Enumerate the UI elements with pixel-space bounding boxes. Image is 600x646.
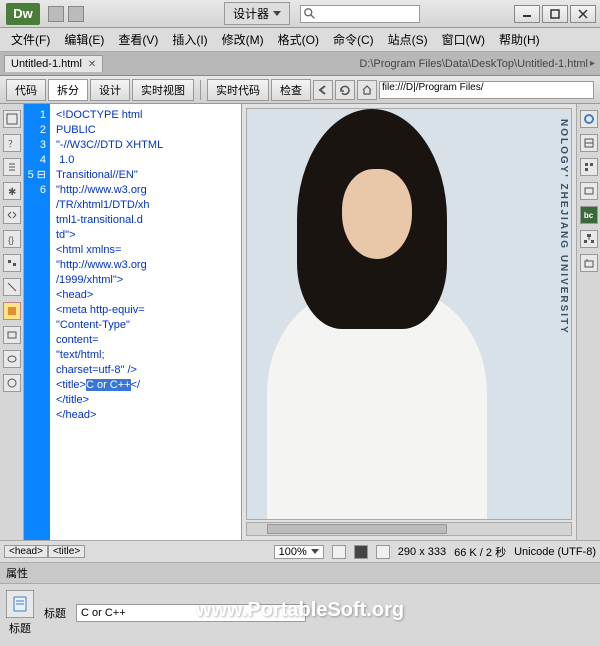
right-rail-7[interactable] [580, 254, 598, 272]
menu-file[interactable]: 文件(F) [4, 29, 57, 50]
tag-title[interactable]: <title> [48, 545, 85, 558]
document-toolbar: 代码 拆分 设计 实时视图 实时代码 检查 file:///D|/Program… [0, 76, 600, 104]
rail-tool-11[interactable] [3, 350, 21, 368]
document-tab[interactable]: Untitled-1.html ✕ [4, 55, 103, 72]
rail-tool-10[interactable] [3, 326, 21, 344]
dimensions-display: 290 x 333 [398, 546, 446, 558]
zoom-control[interactable]: 100% [274, 545, 324, 559]
title-icons [48, 6, 84, 22]
document-path: D:\Program Files\Data\DeskTop\Untitled-1… [359, 58, 588, 70]
left-tool-rail: ？ ✱ {} [0, 104, 24, 540]
encoding-display: Unicode (UTF-8) [514, 546, 596, 558]
menubar: 文件(F) 编辑(E) 查看(V) 插入(I) 修改(M) 格式(O) 命令(C… [0, 28, 600, 52]
scrollbar-thumb[interactable] [267, 524, 447, 534]
right-rail-6[interactable] [580, 230, 598, 248]
design-view-button[interactable]: 设计 [90, 79, 130, 101]
live-view-button[interactable]: 实时视图 [132, 79, 194, 101]
rail-tool-12[interactable] [3, 374, 21, 392]
right-rail-4[interactable] [580, 182, 598, 200]
toolbar-separator [200, 80, 201, 100]
right-rail-2[interactable] [580, 134, 598, 152]
back-button[interactable] [313, 80, 333, 100]
preview-image[interactable]: NOLOGY' ZHEJIANG UNIVERSITY [246, 108, 572, 520]
chevron-down-icon [273, 11, 281, 16]
preview-side-text: NOLOGY' ZHEJIANG UNIVERSITY [558, 119, 569, 335]
title-icon-2[interactable] [68, 6, 84, 22]
url-field[interactable]: file:///D|/Program Files/ [379, 81, 594, 99]
code-panel: 1 2 3 4 5 ⊟ 6 <!DOCTYPE html PUBLIC "-//… [24, 104, 242, 540]
menu-insert[interactable]: 插入(I) [165, 29, 214, 50]
svg-text:？: ？ [8, 139, 17, 149]
doc-tabs-toggle[interactable]: ▸ [590, 58, 598, 69]
zoom-tool-icon[interactable] [376, 545, 390, 559]
live-code-button[interactable]: 实时代码 [207, 79, 269, 101]
right-panel-rail: bc [576, 104, 600, 540]
code-gutter: 1 2 3 4 5 ⊟ 6 [24, 104, 50, 540]
menu-site[interactable]: 站点(S) [381, 29, 435, 50]
hand-tool-icon[interactable] [354, 545, 368, 559]
minimize-button[interactable] [514, 5, 540, 23]
layout-selector[interactable]: 设计器 [224, 2, 290, 25]
selected-title-text: C or C++ [86, 379, 131, 391]
rail-tool-7[interactable] [3, 254, 21, 272]
right-rail-3[interactable] [580, 158, 598, 176]
layout-selector-label: 设计器 [233, 5, 269, 22]
title-icon-1[interactable] [48, 6, 64, 22]
svg-text:✱: ✱ [8, 187, 16, 197]
rail-tool-6[interactable]: {} [3, 230, 21, 248]
preview-panel: NOLOGY' ZHEJIANG UNIVERSITY [242, 104, 576, 540]
document-icon[interactable] [6, 590, 34, 618]
rail-tool-2[interactable]: ？ [3, 134, 21, 152]
horizontal-scrollbar[interactable] [246, 522, 572, 536]
code-view-button[interactable]: 代码 [6, 79, 46, 101]
close-button[interactable] [570, 5, 596, 23]
menu-format[interactable]: 格式(O) [271, 29, 326, 50]
prop-icon-label: 标题 [9, 620, 31, 636]
app-logo: Dw [6, 3, 40, 25]
rail-tool-5[interactable] [3, 206, 21, 224]
properties-panel-title[interactable]: 属性 [0, 563, 600, 584]
rail-tool-4[interactable]: ✱ [3, 182, 21, 200]
chevron-down-icon [311, 549, 319, 554]
select-tool-icon[interactable] [332, 545, 346, 559]
menu-modify[interactable]: 修改(M) [215, 29, 271, 50]
tag-head[interactable]: <head> [4, 545, 48, 558]
prop-icon-group: 标题 [6, 590, 34, 636]
refresh-button[interactable] [335, 80, 355, 100]
size-speed-display: 66 K / 2 秒 [454, 544, 506, 560]
search-icon [303, 7, 317, 21]
rail-tool-3[interactable] [3, 158, 21, 176]
title-field-label: 标题 [44, 605, 66, 621]
split-view-button[interactable]: 拆分 [48, 79, 88, 101]
right-rail-1[interactable] [580, 110, 598, 128]
maximize-button[interactable] [542, 5, 568, 23]
code-area[interactable]: <!DOCTYPE html PUBLIC "-//W3C//DTD XHTML… [50, 104, 241, 540]
properties-panel: 属性 标题 标题 [0, 562, 600, 646]
document-tabs: Untitled-1.html ✕ D:\Program Files\Data\… [0, 52, 600, 76]
menu-view[interactable]: 查看(V) [111, 29, 165, 50]
titlebar: Dw 设计器 [0, 0, 600, 28]
zoom-value: 100% [279, 546, 307, 558]
search-box[interactable] [300, 5, 420, 23]
window-controls [514, 5, 596, 23]
inspect-button[interactable]: 检查 [271, 79, 311, 101]
menu-edit[interactable]: 编辑(E) [57, 29, 111, 50]
document-tab-name: Untitled-1.html [11, 58, 82, 70]
menu-window[interactable]: 窗口(W) [435, 29, 492, 50]
menu-commands[interactable]: 命令(C) [326, 29, 381, 50]
title-field-input[interactable] [76, 604, 306, 622]
menu-help[interactable]: 帮助(H) [492, 29, 547, 50]
rail-tool-1[interactable] [3, 110, 21, 128]
rail-tool-9[interactable] [3, 302, 21, 320]
close-icon[interactable]: ✕ [88, 59, 96, 70]
tag-selector: <head> <title> [4, 545, 85, 558]
statusbar: <head> <title> 100% 290 x 333 66 K / 2 秒… [0, 540, 600, 562]
rail-tool-8[interactable] [3, 278, 21, 296]
home-button[interactable] [357, 80, 377, 100]
svg-text:{}: {} [8, 235, 14, 245]
main-area: ？ ✱ {} 1 2 3 4 5 ⊟ 6 <!DOCTYPE html PUBL… [0, 104, 600, 540]
right-rail-5[interactable]: bc [580, 206, 598, 224]
